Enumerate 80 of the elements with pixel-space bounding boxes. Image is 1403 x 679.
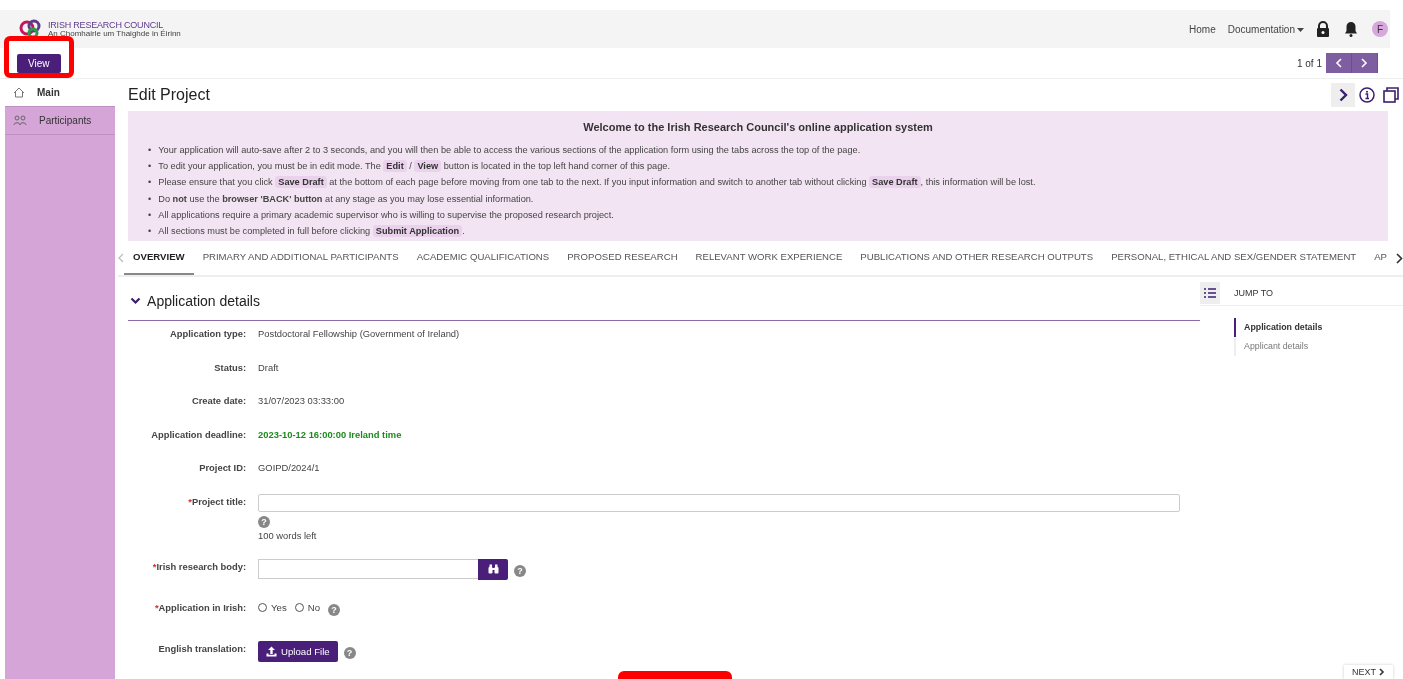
instruction-text: To edit your application, you must be in edit mode. The Edit / View button is located in the top left hand corner of this page. (158, 159, 670, 175)
info-icon (1359, 87, 1375, 103)
list-toggle-button[interactable] (1200, 282, 1221, 304)
previous-button[interactable] (1326, 53, 1352, 73)
view-button[interactable]: View (17, 54, 61, 73)
field-label: Application type: (169, 327, 247, 339)
chevron-left-icon (1335, 58, 1342, 68)
section-header[interactable]: Application details (128, 282, 1201, 321)
pager-count: 1 of 1 (1296, 57, 1322, 69)
radio-option[interactable]: No (294, 602, 320, 613)
field-label: Status: (213, 360, 247, 373)
help-icon[interactable]: ? (514, 565, 527, 577)
instruction-text: Please ensure that you click Save Draft at the bottom of each page before moving from one tab to the next. If you input information and switch to another tab without clicking Save Draft , this information will be lost. (158, 175, 1036, 191)
tab[interactable]: AP (1365, 241, 1396, 275)
sidebar-item[interactable]: Main (5, 79, 116, 107)
radio-option[interactable]: Yes (258, 602, 287, 613)
instruction-text: All sections must be completed in full before clicking Submit Application . (158, 224, 465, 240)
list-bullet: • (148, 225, 152, 238)
chevron-right-icon (1379, 668, 1385, 676)
field-label: *Project title: (187, 494, 247, 507)
field-label: Application deadline: (150, 427, 247, 440)
upload-button[interactable]: Upload File (258, 640, 338, 662)
list-bullet: • (148, 176, 152, 190)
instruction-text: Do not use the browser 'BACK' button at any stage as you may lose essential information. (158, 192, 534, 206)
caret-icon (1297, 27, 1304, 32)
project-title-field[interactable] (258, 493, 1181, 512)
word-count-hint: 100 words left (258, 529, 318, 541)
search-button[interactable] (478, 558, 509, 580)
page-title: Edit Project (128, 86, 210, 104)
jump-link[interactable]: Applicant details (1234, 337, 1403, 356)
field-value: Draft (258, 360, 280, 373)
copy-icon (1383, 87, 1399, 103)
list-bullet: • (148, 192, 152, 206)
nav-link[interactable]: Home (1189, 23, 1216, 35)
chevron-right-icon (1361, 58, 1368, 68)
list-bullet: • (148, 144, 152, 157)
logo-title: IRISH RESEARCH COUNCIL (48, 20, 164, 30)
field-label: English translation: (157, 641, 247, 654)
deadline-value: 2023-10-12 16:00:00 Ireland time (258, 427, 403, 440)
bell-icon[interactable] (1344, 21, 1358, 37)
people-icon (13, 115, 27, 126)
field-value: GOIPD/2024/1 (258, 461, 321, 473)
logo-subtitle: An Chomhairle um Thaighde in Éirinn (48, 29, 181, 38)
field-label: *Irish research body: (151, 559, 247, 572)
welcome-title: Welcome to the Irish Research Council's online application system (582, 121, 934, 133)
sidebar-item[interactable]: Participants (5, 107, 116, 135)
documentation-dropdown[interactable]: Documentation (1227, 23, 1304, 35)
binoculars-icon (487, 564, 499, 574)
tab[interactable]: PROPOSED RESEARCH (558, 241, 687, 275)
research-body-field[interactable] (258, 559, 479, 579)
instruction-text: Your application will auto-save after 2 to 3 seconds, and you will then be able to access the various sections of the application form using the tabs across the top of the page. (158, 144, 861, 157)
user-avatar[interactable]: F (1372, 21, 1388, 37)
field-label: *Application in Irish: (153, 600, 247, 613)
chevron-right-icon[interactable] (1396, 252, 1403, 264)
help-icon[interactable]: ? (258, 515, 271, 528)
list-icon (1204, 288, 1217, 298)
field-value: 31/07/2023 03:33:00 (258, 394, 346, 406)
field-label: Create date: (190, 394, 247, 406)
field-label: Project ID: (198, 461, 247, 473)
jump-link[interactable]: Application details (1234, 318, 1403, 337)
field-value: Postdoctoral Fellowship (Government of Ireland) (258, 327, 461, 339)
chevron-down-icon (130, 297, 142, 305)
lock-icon[interactable] (1316, 21, 1330, 37)
instruction-text: All applications require a primary academic supervisor who is willing to supervise the proposed research project. (158, 208, 614, 222)
tab[interactable]: PRIMARY AND ADDITIONAL PARTICIPANTS (193, 241, 408, 275)
next-button[interactable]: NEXT (1344, 665, 1393, 679)
expand-button[interactable] (1331, 83, 1355, 107)
help-icon[interactable]: ? (328, 603, 340, 616)
jump-to-title: JUMP TO (1234, 288, 1274, 298)
tab[interactable]: RELEVANT WORK EXPERIENCE (686, 241, 852, 275)
tab[interactable]: ACADEMIC QUALIFICATIONS (407, 241, 559, 275)
chevron-right-icon (1338, 88, 1348, 102)
home-icon (13, 87, 25, 98)
tab[interactable]: PERSONAL, ETHICAL AND SEX/GENDER STATEMENT (1102, 241, 1366, 275)
list-bullet: • (148, 160, 152, 174)
upload-icon (266, 645, 278, 657)
tab[interactable]: OVERVIEW (124, 241, 194, 275)
tab[interactable]: PUBLICATIONS AND OTHER RESEARCH OUTPUTS (851, 241, 1103, 275)
list-bullet: • (148, 208, 152, 222)
help-icon[interactable]: ? (343, 647, 356, 659)
